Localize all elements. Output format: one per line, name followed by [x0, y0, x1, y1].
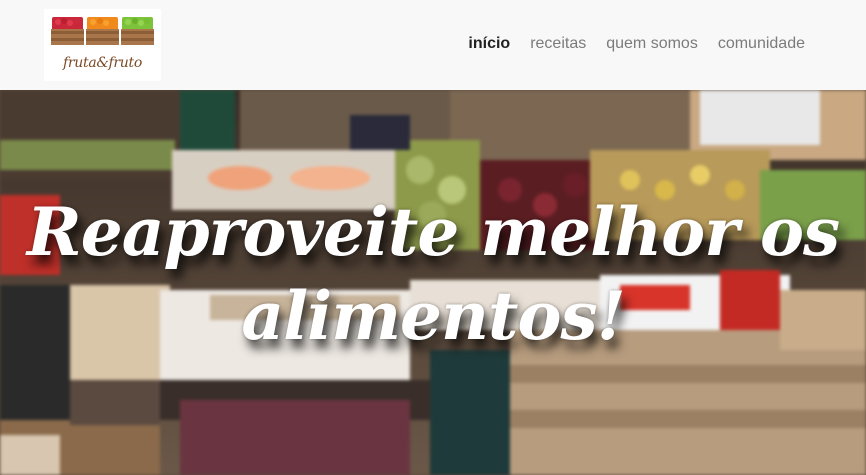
hero-title-line-1: Reaproveite melhor os: [26, 193, 840, 271]
brand-logo-text: fruta&fruto: [63, 55, 142, 71]
nav-link-receitas[interactable]: receitas: [530, 34, 586, 54]
hero-title: Reaproveite melhor os alimentos!: [0, 190, 866, 358]
fruit-crates-icon: [51, 17, 154, 45]
nav-link-inicio[interactable]: início: [468, 34, 510, 54]
main-nav: início receitas quem somos comunidade: [468, 34, 805, 54]
hero-title-line-2: alimentos!: [241, 277, 625, 355]
nav-link-quem-somos[interactable]: quem somos: [606, 34, 698, 54]
nav-link-comunidade[interactable]: comunidade: [718, 34, 805, 54]
brand-logo[interactable]: fruta&fruto: [44, 9, 161, 81]
hero-banner: Reaproveite melhor os alimentos!: [0, 90, 866, 475]
navbar: fruta&fruto início receitas quem somos c…: [0, 0, 866, 90]
